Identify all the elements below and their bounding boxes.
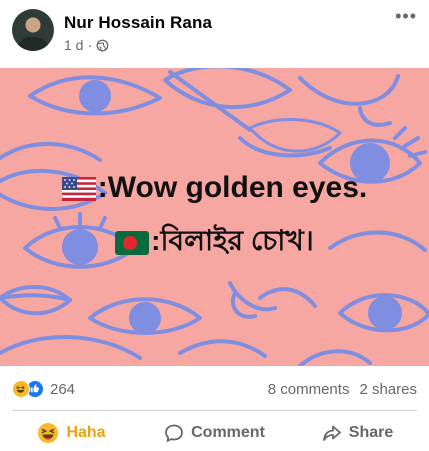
haha-reaction-icon	[12, 380, 30, 398]
meta-separator: ·	[87, 37, 93, 53]
banner-line-bangla: :বিলাইর চোখ।	[0, 219, 429, 266]
comment-button[interactable]: Comment	[143, 414, 286, 451]
banner-text-bangla: :বিলাইর চোখ।	[151, 225, 314, 256]
post-stats: 264 8 comments 2 shares	[12, 378, 417, 402]
shares-count[interactable]: 2 shares	[359, 381, 417, 398]
author-name[interactable]: Nur Hossain Rana	[64, 13, 212, 33]
share-icon	[322, 425, 341, 441]
stats-divider	[12, 410, 417, 411]
eyes-lips-pattern	[0, 68, 429, 366]
banner-line-english: :Wow golden eyes.	[0, 171, 429, 205]
reactions-summary[interactable]: 264	[12, 380, 75, 398]
comments-count[interactable]: 8 comments	[268, 381, 350, 398]
share-button[interactable]: Share	[286, 414, 429, 451]
comment-label: Comment	[191, 423, 265, 441]
us-flag	[61, 177, 96, 202]
post-meta: 1 d ·	[64, 37, 109, 53]
post-actions: Haha Comment Share	[0, 414, 429, 451]
haha-icon	[38, 422, 59, 443]
post-time[interactable]: 1 d	[64, 37, 83, 53]
reaction-count: 264	[50, 380, 76, 398]
share-label: Share	[348, 423, 394, 441]
comment-icon	[165, 424, 184, 442]
post-header: Nur Hossain Rana 1 d · •••	[0, 0, 429, 66]
banner-text-english: :Wow golden eyes.	[97, 171, 368, 204]
avatar[interactable]	[12, 9, 54, 51]
engagement-counts: 8 comments 2 shares	[268, 381, 417, 398]
bangladesh-flag	[115, 230, 150, 255]
globe-icon[interactable]	[96, 39, 109, 52]
more-options-icon[interactable]: •••	[395, 6, 417, 27]
haha-label: Haha	[66, 423, 106, 441]
post-banner[interactable]: :Wow golden eyes. :বিলাইর চোখ।	[0, 68, 429, 366]
haha-button[interactable]: Haha	[0, 414, 143, 451]
